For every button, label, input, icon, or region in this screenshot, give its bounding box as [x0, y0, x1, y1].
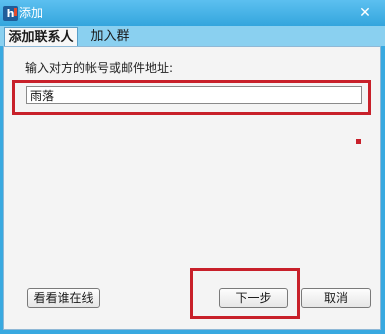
- add-contact-window: h 添加 ✕ 添加联系人 加入群 输入对方的帐号或邮件地址: 看看谁在线 下一步…: [0, 0, 385, 334]
- title-bar: h 添加 ✕: [0, 0, 385, 26]
- account-input[interactable]: [26, 86, 362, 104]
- red-marker: [356, 139, 361, 144]
- next-button[interactable]: 下一步: [219, 288, 288, 308]
- tab-add-contact[interactable]: 添加联系人: [4, 27, 78, 46]
- tab-bar: 添加联系人 加入群: [0, 26, 385, 46]
- cancel-button[interactable]: 取消: [301, 288, 371, 308]
- window-title: 添加: [19, 6, 44, 20]
- app-logo-mark: [14, 8, 17, 16]
- app-logo-icon: h: [3, 6, 18, 21]
- see-online-button[interactable]: 看看谁在线: [27, 288, 100, 308]
- account-prompt-label: 输入对方的帐号或邮件地址:: [25, 61, 174, 75]
- close-icon[interactable]: ✕: [358, 6, 372, 20]
- tab-join-group[interactable]: 加入群: [82, 27, 138, 46]
